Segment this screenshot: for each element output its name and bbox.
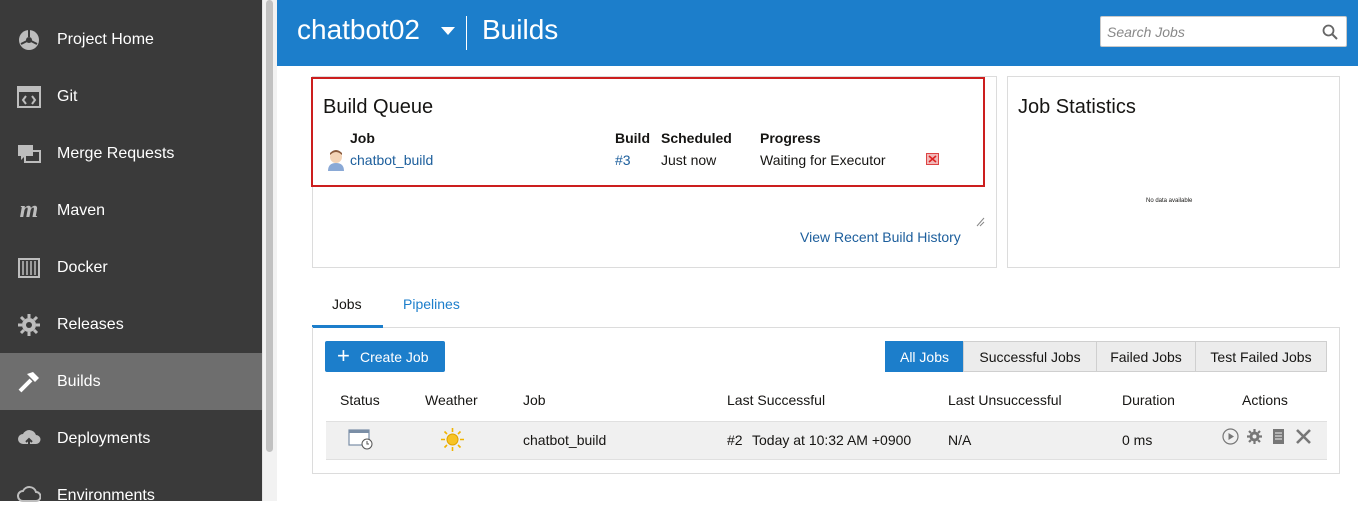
sidebar-item-label: Releases bbox=[57, 315, 124, 333]
sidebar: Project Home Git Merge Requests m Maven … bbox=[0, 0, 262, 504]
git-icon bbox=[17, 85, 41, 109]
col-weather[interactable]: Weather bbox=[425, 392, 478, 408]
create-job-label: Create Job bbox=[360, 349, 429, 365]
page-header: chatbot02 Builds bbox=[277, 0, 1358, 66]
job-name-link[interactable]: chatbot_build bbox=[523, 432, 606, 448]
builds-icon bbox=[17, 370, 41, 394]
run-build-icon[interactable] bbox=[1222, 428, 1239, 445]
search-jobs-input[interactable] bbox=[1101, 17, 1316, 46]
tab-jobs[interactable]: Jobs bbox=[332, 296, 362, 312]
col-status[interactable]: Status bbox=[340, 392, 380, 408]
filter-successful-jobs-button[interactable]: Successful Jobs bbox=[963, 341, 1097, 372]
job-statistics-empty-text: No data available bbox=[1146, 198, 1193, 204]
project-dropdown-chevron-icon[interactable] bbox=[441, 27, 455, 35]
duration-value: 0 ms bbox=[1122, 432, 1153, 448]
releases-icon bbox=[17, 313, 41, 337]
sidebar-item-releases[interactable]: Releases bbox=[0, 296, 262, 353]
maven-icon: m bbox=[19, 197, 39, 223]
sidebar-item-label: Project Home bbox=[57, 30, 154, 48]
col-duration[interactable]: Duration bbox=[1122, 392, 1175, 408]
environments-icon bbox=[17, 484, 41, 508]
plus-icon: + bbox=[337, 343, 350, 368]
last-successful-time: Today at 10:32 AM +0900 bbox=[752, 432, 912, 448]
sidebar-item-label: Deployments bbox=[57, 429, 151, 447]
filter-test-failed-jobs-button[interactable]: Test Failed Jobs bbox=[1195, 341, 1327, 372]
page-title: Builds bbox=[482, 14, 559, 45]
sidebar-item-label: Git bbox=[57, 87, 78, 105]
status-scheduled-icon bbox=[348, 429, 374, 455]
sidebar-item-label: Environments bbox=[57, 486, 155, 504]
delete-job-close-icon[interactable] bbox=[1295, 428, 1312, 445]
col-last-successful[interactable]: Last Successful bbox=[727, 392, 825, 408]
col-job[interactable]: Job bbox=[523, 392, 546, 408]
sidebar-item-deployments[interactable]: Deployments bbox=[0, 410, 262, 467]
col-last-unsuccessful[interactable]: Last Unsuccessful bbox=[948, 392, 1062, 408]
project-home-icon bbox=[17, 28, 41, 52]
sidebar-item-builds[interactable]: Builds bbox=[0, 353, 262, 410]
search-icon[interactable] bbox=[1322, 24, 1338, 40]
sidebar-item-label: Docker bbox=[57, 258, 108, 276]
view-recent-build-history-link[interactable]: View Recent Build History bbox=[800, 229, 961, 245]
build-queue-highlight bbox=[311, 77, 985, 187]
sidebar-item-docker[interactable]: Docker bbox=[0, 239, 262, 296]
job-statistics-title: Job Statistics bbox=[1018, 96, 1136, 118]
sidebar-item-maven[interactable]: m Maven bbox=[0, 182, 262, 239]
filter-all-jobs-button[interactable]: All Jobs bbox=[885, 341, 964, 372]
sidebar-item-merge-requests[interactable]: Merge Requests bbox=[0, 125, 262, 182]
sidebar-item-label: Merge Requests bbox=[57, 144, 175, 162]
sidebar-item-git[interactable]: Git bbox=[0, 68, 262, 125]
sidebar-item-project-home[interactable]: Project Home bbox=[0, 11, 262, 68]
sidebar-scrollbar-thumb[interactable] bbox=[266, 0, 273, 452]
docker-icon bbox=[17, 256, 41, 280]
configure-gear-icon[interactable] bbox=[1246, 428, 1263, 445]
sidebar-item-label: Maven bbox=[57, 201, 106, 219]
last-unsuccessful-value: N/A bbox=[948, 432, 972, 448]
last-successful-build-link[interactable]: #2 bbox=[727, 432, 743, 448]
build-log-icon[interactable] bbox=[1271, 428, 1288, 445]
tab-pipelines[interactable]: Pipelines bbox=[403, 296, 460, 312]
header-divider bbox=[466, 16, 467, 50]
filter-failed-jobs-button[interactable]: Failed Jobs bbox=[1096, 341, 1196, 372]
create-job-button[interactable]: + Create Job bbox=[325, 341, 445, 372]
col-actions: Actions bbox=[1242, 392, 1288, 408]
deployments-icon bbox=[17, 427, 41, 451]
project-name[interactable]: chatbot02 bbox=[297, 14, 420, 46]
search-jobs-box bbox=[1100, 16, 1347, 47]
resize-grip-icon[interactable] bbox=[975, 214, 985, 227]
weather-sunny-icon bbox=[440, 427, 465, 457]
sidebar-item-environments[interactable]: Environments bbox=[0, 467, 262, 524]
merge-requests-icon bbox=[17, 142, 41, 166]
sidebar-item-label: Builds bbox=[57, 372, 101, 390]
